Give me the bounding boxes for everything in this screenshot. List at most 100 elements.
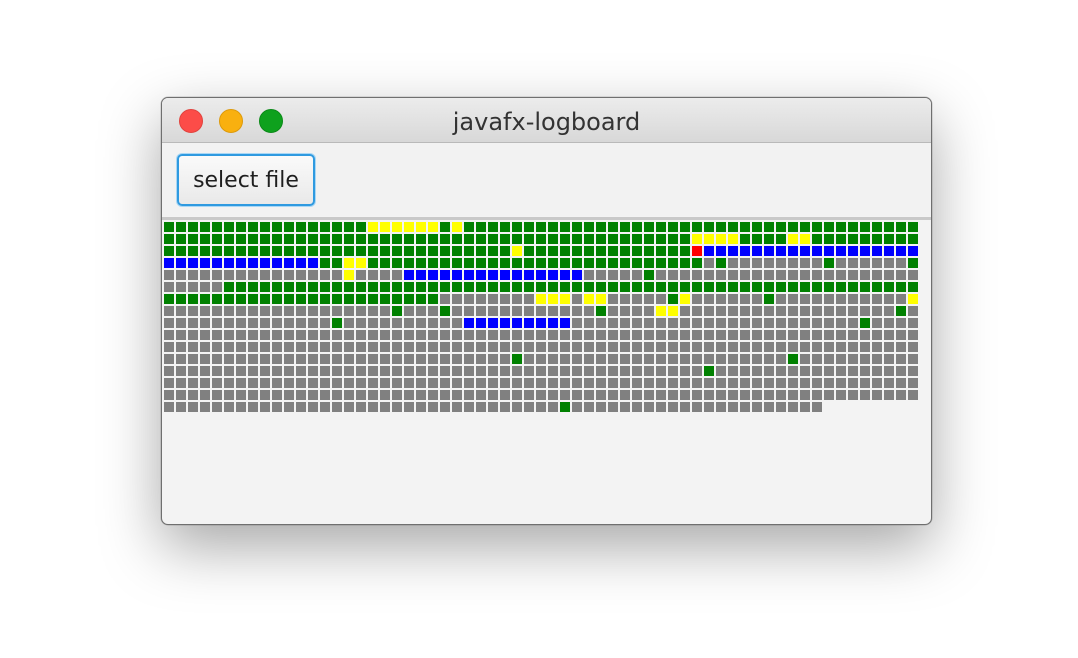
log-entry-cell[interactable]: [596, 378, 606, 388]
log-entry-cell[interactable]: [176, 234, 186, 244]
log-entry-cell[interactable]: [344, 342, 354, 352]
log-entry-cell[interactable]: [284, 354, 294, 364]
log-entry-cell[interactable]: [452, 294, 462, 304]
log-entry-cell[interactable]: [164, 342, 174, 352]
log-entry-cell[interactable]: [908, 342, 918, 352]
log-entry-cell[interactable]: [608, 270, 618, 280]
log-entry-cell[interactable]: [608, 282, 618, 292]
log-entry-cell[interactable]: [608, 366, 618, 376]
log-entry-cell[interactable]: [512, 402, 522, 412]
log-entry-cell[interactable]: [812, 306, 822, 316]
log-entry-cell[interactable]: [788, 366, 798, 376]
log-entry-cell[interactable]: [272, 378, 282, 388]
log-entry-cell[interactable]: [308, 378, 318, 388]
log-entry-cell[interactable]: [176, 354, 186, 364]
log-entry-cell[interactable]: [560, 390, 570, 400]
log-entry-cell[interactable]: [308, 354, 318, 364]
log-entry-cell[interactable]: [188, 294, 198, 304]
log-entry-cell[interactable]: [788, 318, 798, 328]
log-entry-cell[interactable]: [596, 258, 606, 268]
log-entry-cell[interactable]: [560, 246, 570, 256]
log-entry-cell[interactable]: [716, 402, 726, 412]
log-entry-cell[interactable]: [260, 354, 270, 364]
log-entry-cell[interactable]: [788, 258, 798, 268]
log-entry-cell[interactable]: [284, 366, 294, 376]
log-entry-cell[interactable]: [896, 390, 906, 400]
log-entry-cell[interactable]: [356, 366, 366, 376]
log-entry-cell[interactable]: [404, 258, 414, 268]
log-entry-cell[interactable]: [476, 330, 486, 340]
log-entry-cell[interactable]: [488, 378, 498, 388]
log-entry-cell[interactable]: [356, 342, 366, 352]
log-entry-cell[interactable]: [872, 306, 882, 316]
log-entry-cell[interactable]: [536, 366, 546, 376]
log-entry-cell[interactable]: [596, 330, 606, 340]
log-entry-cell[interactable]: [512, 342, 522, 352]
log-entry-cell[interactable]: [572, 354, 582, 364]
log-entry-cell[interactable]: [872, 270, 882, 280]
log-entry-cell[interactable]: [188, 390, 198, 400]
log-entry-cell[interactable]: [404, 306, 414, 316]
log-entry-cell[interactable]: [332, 294, 342, 304]
log-entry-cell[interactable]: [176, 318, 186, 328]
log-entry-cell[interactable]: [728, 330, 738, 340]
log-entry-cell[interactable]: [872, 258, 882, 268]
log-entry-cell[interactable]: [212, 354, 222, 364]
log-entry-cell[interactable]: [896, 294, 906, 304]
log-entry-cell[interactable]: [380, 318, 390, 328]
log-entry-cell[interactable]: [296, 342, 306, 352]
log-entry-cell[interactable]: [344, 222, 354, 232]
log-entry-cell[interactable]: [452, 354, 462, 364]
log-entry-cell[interactable]: [416, 390, 426, 400]
log-entry-cell[interactable]: [656, 390, 666, 400]
log-entry-cell[interactable]: [740, 342, 750, 352]
log-entry-cell[interactable]: [320, 390, 330, 400]
log-entry-cell[interactable]: [368, 258, 378, 268]
log-entry-cell[interactable]: [344, 390, 354, 400]
log-entry-cell[interactable]: [332, 330, 342, 340]
log-entry-cell[interactable]: [680, 390, 690, 400]
log-entry-cell[interactable]: [308, 342, 318, 352]
log-entry-cell[interactable]: [704, 282, 714, 292]
log-entry-cell[interactable]: [452, 390, 462, 400]
log-entry-cell[interactable]: [272, 282, 282, 292]
log-entry-cell[interactable]: [224, 342, 234, 352]
log-entry-cell[interactable]: [356, 234, 366, 244]
select-file-button[interactable]: select file: [177, 154, 315, 206]
log-entry-cell[interactable]: [344, 258, 354, 268]
log-entry-cell[interactable]: [740, 354, 750, 364]
log-entry-cell[interactable]: [776, 258, 786, 268]
log-entry-cell[interactable]: [380, 378, 390, 388]
log-entry-cell[interactable]: [848, 318, 858, 328]
log-entry-cell[interactable]: [512, 234, 522, 244]
log-entry-cell[interactable]: [296, 222, 306, 232]
log-entry-cell[interactable]: [224, 270, 234, 280]
log-entry-cell[interactable]: [368, 378, 378, 388]
log-entry-cell[interactable]: [656, 270, 666, 280]
log-entry-cell[interactable]: [812, 222, 822, 232]
log-entry-cell[interactable]: [704, 294, 714, 304]
log-entry-cell[interactable]: [488, 282, 498, 292]
log-entry-cell[interactable]: [368, 282, 378, 292]
log-entry-cell[interactable]: [716, 342, 726, 352]
log-entry-cell[interactable]: [500, 270, 510, 280]
log-entry-cell[interactable]: [392, 306, 402, 316]
log-entry-cell[interactable]: [716, 318, 726, 328]
log-entry-cell[interactable]: [572, 366, 582, 376]
log-entry-cell[interactable]: [764, 258, 774, 268]
log-entry-cell[interactable]: [692, 366, 702, 376]
log-entry-cell[interactable]: [320, 330, 330, 340]
log-entry-cell[interactable]: [488, 306, 498, 316]
log-entry-cell[interactable]: [788, 342, 798, 352]
log-entry-cell[interactable]: [884, 234, 894, 244]
log-entry-cell[interactable]: [752, 402, 762, 412]
log-entry-cell[interactable]: [608, 378, 618, 388]
log-entry-cell[interactable]: [464, 282, 474, 292]
log-entry-cell[interactable]: [716, 354, 726, 364]
log-entry-cell[interactable]: [464, 258, 474, 268]
log-entry-cell[interactable]: [380, 246, 390, 256]
log-entry-cell[interactable]: [476, 402, 486, 412]
log-entry-cell[interactable]: [320, 258, 330, 268]
log-entry-cell[interactable]: [632, 366, 642, 376]
log-entry-cell[interactable]: [836, 354, 846, 364]
